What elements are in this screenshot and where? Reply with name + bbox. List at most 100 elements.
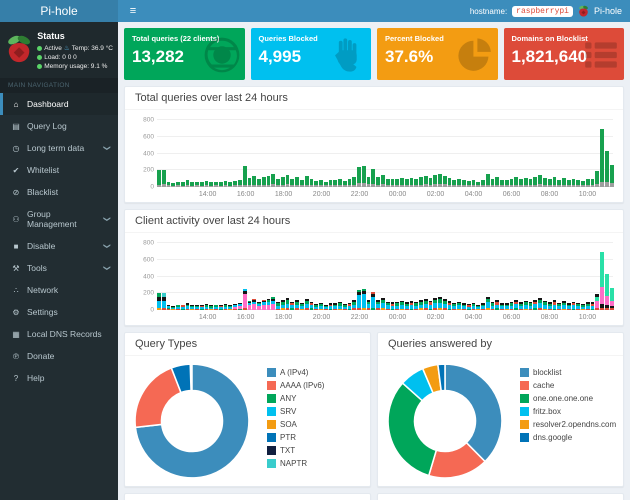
chart-bar[interactable]	[591, 120, 595, 187]
chart-bar[interactable]	[200, 120, 204, 187]
chart-bar[interactable]	[162, 120, 166, 187]
legend-item[interactable]: TXT	[267, 446, 324, 455]
chart-bar[interactable]	[543, 120, 547, 187]
chart-bar[interactable]	[405, 120, 409, 187]
sidebar-item-query-log[interactable]: ▤Query Log	[0, 115, 118, 137]
chart-bar[interactable]	[224, 243, 228, 310]
chart-bar[interactable]	[467, 243, 471, 310]
chart-bar[interactable]	[581, 243, 585, 310]
chart-bar[interactable]	[476, 120, 480, 187]
chart-bar[interactable]	[457, 120, 461, 187]
chart-bar[interactable]	[538, 243, 542, 310]
chart-bar[interactable]	[257, 243, 261, 310]
chart-bar[interactable]	[305, 243, 309, 310]
chart-bar[interactable]	[248, 120, 252, 187]
chart-bar[interactable]	[491, 243, 495, 310]
chart-bar[interactable]	[329, 120, 333, 187]
legend-item[interactable]: PTR	[267, 433, 324, 442]
legend-item[interactable]: ANY	[267, 394, 324, 403]
chart-bar[interactable]	[228, 120, 232, 187]
total-queries-chart[interactable]: 020040060080014:0016:0018:0020:0022:0000…	[133, 116, 615, 200]
chart-bar[interactable]	[548, 120, 552, 187]
chart-bar[interactable]	[381, 243, 385, 310]
chart-bar[interactable]	[367, 120, 371, 187]
sidebar-toggle-icon[interactable]: ≡	[118, 0, 148, 22]
chart-bar[interactable]	[443, 243, 447, 310]
sidebar-item-blacklist[interactable]: ⊘Blacklist	[0, 181, 118, 203]
chart-bar[interactable]	[462, 243, 466, 310]
chart-bar[interactable]	[314, 243, 318, 310]
chart-bar[interactable]	[167, 120, 171, 187]
sidebar-item-network[interactable]: ∴Network	[0, 279, 118, 301]
chart-bar[interactable]	[514, 243, 518, 310]
chart-bar[interactable]	[233, 120, 237, 187]
chart-bar[interactable]	[219, 243, 223, 310]
chart-bar[interactable]	[543, 243, 547, 310]
chart-bar[interactable]	[467, 120, 471, 187]
sidebar-item-disable[interactable]: ■Disable❯	[0, 235, 118, 257]
chart-bar[interactable]	[495, 243, 499, 310]
legend-item[interactable]: SRV	[267, 407, 324, 416]
chart-bar[interactable]	[252, 120, 256, 187]
sidebar-item-help[interactable]: ?Help	[0, 367, 118, 389]
chart-bar[interactable]	[419, 243, 423, 310]
chart-bar[interactable]	[462, 120, 466, 187]
chart-bar[interactable]	[314, 120, 318, 187]
chart-bar[interactable]	[572, 243, 576, 310]
chart-bar[interactable]	[228, 243, 232, 310]
chart-bar[interactable]	[510, 243, 514, 310]
chart-bar[interactable]	[505, 120, 509, 187]
chart-bar[interactable]	[200, 243, 204, 310]
chart-bar[interactable]	[338, 120, 342, 187]
legend-item[interactable]: dns.google	[520, 433, 616, 442]
chart-bar[interactable]	[429, 243, 433, 310]
donut-slice-one-one-one-one[interactable]	[388, 383, 436, 475]
chart-bar[interactable]	[414, 243, 418, 310]
chart-bar[interactable]	[276, 243, 280, 310]
chart-bar[interactable]	[171, 243, 175, 310]
chart-bar[interactable]	[572, 120, 576, 187]
chart-bar[interactable]	[452, 243, 456, 310]
chart-bar[interactable]	[290, 120, 294, 187]
chart-bar[interactable]	[538, 120, 542, 187]
chart-bar[interactable]	[214, 120, 218, 187]
chart-bar[interactable]	[248, 243, 252, 310]
queries-answered-donut-chart[interactable]	[384, 360, 506, 482]
chart-bar[interactable]	[395, 120, 399, 187]
chart-bar[interactable]	[557, 243, 561, 310]
chart-bar[interactable]	[576, 243, 580, 310]
chart-bar[interactable]	[410, 120, 414, 187]
chart-bar[interactable]	[486, 120, 490, 187]
chart-bar[interactable]	[195, 120, 199, 187]
chart-bar[interactable]	[591, 243, 595, 310]
chart-bar[interactable]	[457, 243, 461, 310]
chart-bar[interactable]	[405, 243, 409, 310]
chart-bar[interactable]	[157, 243, 161, 310]
chart-bar[interactable]	[510, 120, 514, 187]
chart-bar[interactable]	[209, 120, 213, 187]
chart-bar[interactable]	[438, 120, 442, 187]
chart-bar[interactable]	[371, 120, 375, 187]
legend-item[interactable]: resolver2.opendns.com	[520, 420, 616, 429]
chart-bar[interactable]	[553, 120, 557, 187]
chart-bar[interactable]	[343, 243, 347, 310]
chart-bar[interactable]	[595, 243, 599, 310]
chart-bar[interactable]	[371, 243, 375, 310]
sidebar-item-local-dns-records[interactable]: ▦Local DNS Records	[0, 323, 118, 345]
chart-bar[interactable]	[352, 120, 356, 187]
client-activity-chart[interactable]: 020040060080014:0016:0018:0020:0022:0000…	[133, 239, 615, 323]
chart-bar[interactable]	[171, 120, 175, 187]
chart-bar[interactable]	[481, 243, 485, 310]
chart-bar[interactable]	[514, 120, 518, 187]
chart-bar[interactable]	[190, 120, 194, 187]
chart-bar[interactable]	[300, 243, 304, 310]
chart-bar[interactable]	[605, 243, 609, 310]
sidebar-item-tools[interactable]: ⚒Tools❯	[0, 257, 118, 279]
legend-item[interactable]: SOA	[267, 420, 324, 429]
chart-bar[interactable]	[491, 120, 495, 187]
chart-bar[interactable]	[424, 243, 428, 310]
chart-bar[interactable]	[476, 243, 480, 310]
chart-bar[interactable]	[205, 243, 209, 310]
chart-bar[interactable]	[329, 243, 333, 310]
chart-bar[interactable]	[505, 243, 509, 310]
